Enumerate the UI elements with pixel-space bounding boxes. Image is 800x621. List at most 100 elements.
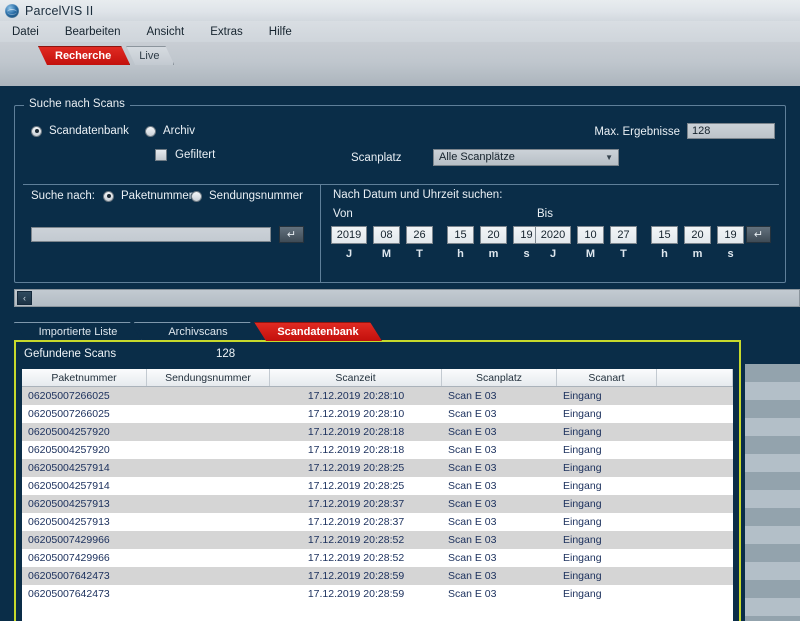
- tab-archivscans[interactable]: Archivscans: [134, 322, 262, 341]
- side-panel-row[interactable]: [745, 364, 800, 382]
- time-from-hour[interactable]: 15: [447, 226, 474, 244]
- cell-scanart: Eingang: [557, 477, 657, 495]
- cell-sendungsnummer: [147, 387, 270, 405]
- window-title: ParcelVIS II: [25, 4, 93, 18]
- time-from-minute[interactable]: 20: [480, 226, 507, 244]
- tab-importierte-liste[interactable]: Importierte Liste: [14, 322, 142, 341]
- radio-paketnummer[interactable]: Paketnummer: [103, 190, 193, 202]
- menu-item-bearbeiten[interactable]: Bearbeiten: [63, 25, 123, 39]
- menu-item-datei[interactable]: Datei: [10, 25, 41, 39]
- side-panel-row[interactable]: [745, 562, 800, 580]
- search-submit-button[interactable]: ↵: [279, 226, 304, 243]
- side-panel-row[interactable]: [745, 472, 800, 490]
- splitter-collapse-button[interactable]: ‹: [17, 291, 32, 305]
- cell-scanplatz: Scan E 03: [442, 531, 557, 549]
- cell-scanplatz: Scan E 03: [442, 477, 557, 495]
- datetime-submit-button[interactable]: ↵: [746, 226, 771, 243]
- time-to-hour[interactable]: 15: [651, 226, 678, 244]
- column-header-paketnummer[interactable]: Paketnummer: [22, 369, 147, 386]
- search-number-input[interactable]: [31, 227, 271, 242]
- date-from-day[interactable]: 26: [406, 226, 433, 244]
- cell-scanplatz: Scan E 03: [442, 423, 557, 441]
- cell-scanart: Eingang: [557, 513, 657, 531]
- ribbon-tab-live[interactable]: Live: [126, 46, 174, 65]
- cell-paketnummer: 06205004257914: [22, 459, 147, 477]
- side-panel-row[interactable]: [745, 400, 800, 418]
- side-panel-row[interactable]: [745, 598, 800, 616]
- table-row[interactable]: 0620500764247317.12.2019 20:28:59Scan E …: [22, 567, 733, 585]
- cell-extra: [657, 423, 733, 441]
- date-to-month[interactable]: 10: [577, 226, 604, 244]
- table-row[interactable]: 0620500425791417.12.2019 20:28:25Scan E …: [22, 459, 733, 477]
- table-row[interactable]: 0620500425791317.12.2019 20:28:37Scan E …: [22, 495, 733, 513]
- table-row[interactable]: 0620500742996617.12.2019 20:28:52Scan E …: [22, 549, 733, 567]
- ribbon-bar: Recherche Live: [0, 42, 800, 88]
- radio-paketnummer-label: Paketnummer: [121, 190, 193, 202]
- cell-paketnummer: 06205004257913: [22, 495, 147, 513]
- table-row[interactable]: 0620500726602517.12.2019 20:28:10Scan E …: [22, 387, 733, 405]
- date-to-year[interactable]: 2020: [535, 226, 571, 244]
- side-panel-row[interactable]: [745, 436, 800, 454]
- menu-item-extras[interactable]: Extras: [208, 25, 245, 39]
- side-panel-row[interactable]: [745, 382, 800, 400]
- table-row[interactable]: 0620500425792017.12.2019 20:28:18Scan E …: [22, 441, 733, 459]
- scanplatz-select[interactable]: Alle Scanplätze ▼: [433, 149, 619, 166]
- time-to-minute[interactable]: 20: [684, 226, 711, 244]
- cell-extra: [657, 531, 733, 549]
- radio-scandatenbank[interactable]: Scandatenbank: [31, 125, 129, 137]
- cell-scanart: Eingang: [557, 567, 657, 585]
- column-header-scanplatz[interactable]: Scanplatz: [442, 369, 557, 386]
- time-to-second[interactable]: 19: [717, 226, 744, 244]
- column-header-extra[interactable]: [657, 369, 733, 386]
- cell-scanart: Eingang: [557, 549, 657, 567]
- table-row[interactable]: 0620500425791317.12.2019 20:28:37Scan E …: [22, 513, 733, 531]
- cell-paketnummer: 06205004257920: [22, 423, 147, 441]
- column-header-sendungsnummer[interactable]: Sendungsnummer: [147, 369, 270, 386]
- column-header-scanzeit[interactable]: Scanzeit: [270, 369, 442, 386]
- cell-scanart: Eingang: [557, 495, 657, 513]
- table-row[interactable]: 0620500425792017.12.2019 20:28:18Scan E …: [22, 423, 733, 441]
- table-row[interactable]: 0620500764247317.12.2019 20:28:59Scan E …: [22, 585, 733, 603]
- menu-item-hilfe[interactable]: Hilfe: [267, 25, 294, 39]
- cell-scanart: Eingang: [557, 459, 657, 477]
- chevron-left-icon: ‹: [23, 293, 26, 303]
- datetime-to-label: Bis: [537, 208, 553, 220]
- side-panel-row[interactable]: [745, 544, 800, 562]
- cell-scanplatz: Scan E 03: [442, 441, 557, 459]
- table-row[interactable]: 0620500425791417.12.2019 20:28:25Scan E …: [22, 477, 733, 495]
- side-panel-row[interactable]: [745, 418, 800, 436]
- cell-extra: [657, 549, 733, 567]
- cell-scanart: Eingang: [557, 387, 657, 405]
- cell-sendungsnummer: [147, 477, 270, 495]
- side-panel-row[interactable]: [745, 580, 800, 598]
- side-panel-row[interactable]: [745, 616, 800, 621]
- radio-sendungsnummer[interactable]: Sendungsnummer: [191, 190, 303, 202]
- cell-sendungsnummer: [147, 585, 270, 603]
- tab-scandatenbank[interactable]: Scandatenbank: [254, 322, 382, 341]
- side-panel-rows: [745, 364, 800, 621]
- checkbox-gefiltert[interactable]: Gefiltert: [155, 149, 215, 161]
- radio-archiv[interactable]: Archiv: [145, 125, 195, 137]
- side-panel-row[interactable]: [745, 490, 800, 508]
- menu-item-ansicht[interactable]: Ansicht: [144, 25, 186, 39]
- cell-paketnummer: 06205007429966: [22, 549, 147, 567]
- cell-paketnummer: 06205007642473: [22, 567, 147, 585]
- time-from-hour-unit: h: [447, 248, 474, 260]
- side-panel-row[interactable]: [745, 508, 800, 526]
- results-side-panel[interactable]: [745, 340, 800, 621]
- scanplatz-selected-value: Alle Scanplätze: [439, 151, 515, 163]
- date-from-month[interactable]: 08: [373, 226, 400, 244]
- table-row[interactable]: 0620500742996617.12.2019 20:28:52Scan E …: [22, 531, 733, 549]
- side-panel-row[interactable]: [745, 526, 800, 544]
- ribbon-tab-recherche[interactable]: Recherche: [38, 46, 130, 65]
- ribbon-tab-list: Recherche Live: [38, 45, 170, 65]
- column-header-scanart[interactable]: Scanart: [557, 369, 657, 386]
- side-panel-row[interactable]: [745, 454, 800, 472]
- cell-scanzeit: 17.12.2019 20:28:52: [270, 549, 442, 567]
- date-from-year[interactable]: 2019: [331, 226, 367, 244]
- panel-splitter[interactable]: ‹: [14, 289, 800, 307]
- max-results-input[interactable]: 128: [687, 123, 775, 139]
- table-row[interactable]: 0620500726602517.12.2019 20:28:10Scan E …: [22, 405, 733, 423]
- menu-bar: Datei Bearbeiten Ansicht Extras Hilfe: [0, 21, 800, 42]
- date-to-day[interactable]: 27: [610, 226, 637, 244]
